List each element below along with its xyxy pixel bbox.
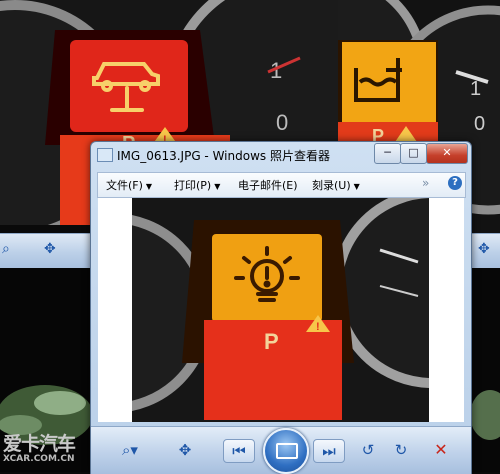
next-button[interactable]: ⏭: [313, 439, 345, 463]
rotate-right-icon[interactable]: ↻: [389, 437, 413, 463]
svg-text:0: 0: [276, 110, 288, 135]
background-viewer-toolbar-left: ⌕ ✥: [0, 233, 95, 268]
zoom-icon: ⌕: [2, 241, 10, 257]
photo-viewer-window: IMG_0613.JPG - Windows 照片查看器 ─ □ ✕ 文件(F)…: [90, 141, 472, 474]
menu-bar: 文件(F) ▼ 打印(P) ▼ 电子邮件(E) 刻录(U) ▼ » ?: [97, 172, 466, 198]
slideshow-button[interactable]: [263, 428, 309, 474]
menu-burn[interactable]: 刻录(U) ▼: [312, 177, 360, 193]
minimize-button[interactable]: ─: [374, 143, 401, 164]
window-title: IMG_0613.JPG - Windows 照片查看器: [117, 149, 330, 163]
rotate-left-icon[interactable]: ↺: [356, 437, 380, 463]
viewer-toolbar: ⌕▾ ✥ ⏮ ⏭ ↺ ↻ ✕: [91, 426, 471, 474]
background-photo-bottom-right: [470, 265, 500, 472]
svg-text:!: !: [316, 321, 320, 333]
previous-button[interactable]: ⏮: [223, 439, 255, 463]
park-indicator-main: P: [264, 329, 279, 354]
slideshow-icon: [276, 443, 298, 459]
chevron-down-icon: ▼: [145, 182, 153, 191]
menu-print[interactable]: 打印(P) ▼: [174, 177, 220, 193]
watermark-logo: 爱卡汽车: [3, 433, 76, 455]
menu-print-label: 打印(P): [174, 179, 212, 192]
chevron-down-icon: ▼: [214, 182, 221, 191]
menu-file-label: 文件(F): [106, 179, 143, 192]
menu-file[interactable]: 文件(F) ▼: [106, 177, 152, 193]
close-button[interactable]: ✕: [426, 143, 468, 164]
dashboard-photo-main: P !: [132, 198, 429, 422]
menu-burn-label: 刻录(U): [312, 179, 351, 192]
watermark: 爱卡汽车 XCAR.COM.CN: [3, 434, 99, 470]
menu-email-label: 电子邮件(E): [238, 179, 298, 192]
displayed-photo: P !: [132, 198, 429, 422]
grass-photo-fragment-right: [470, 265, 500, 472]
chevron-down-icon: ▼: [353, 182, 360, 191]
image-viewing-area[interactable]: P !: [98, 198, 464, 422]
fit-window-icon: ✥: [44, 241, 56, 257]
help-icon[interactable]: ?: [448, 176, 462, 190]
background-viewer-toolbar-right: ✥: [470, 233, 500, 268]
fit-window-icon: ✥: [478, 241, 490, 257]
watermark-site: XCAR.COM.CN: [3, 454, 75, 464]
more-menu-icon[interactable]: »: [422, 176, 429, 190]
zoom-icon[interactable]: ⌕▾: [113, 437, 147, 463]
menu-email[interactable]: 电子邮件(E): [238, 177, 298, 193]
photo-viewer-app-icon: [97, 148, 113, 162]
svg-text:0: 0: [474, 113, 485, 135]
delete-icon[interactable]: ✕: [429, 437, 453, 463]
maximize-button[interactable]: □: [400, 143, 427, 164]
fit-window-icon[interactable]: ✥: [171, 437, 199, 463]
title-bar[interactable]: IMG_0613.JPG - Windows 照片查看器 ─ □ ✕: [91, 142, 471, 168]
